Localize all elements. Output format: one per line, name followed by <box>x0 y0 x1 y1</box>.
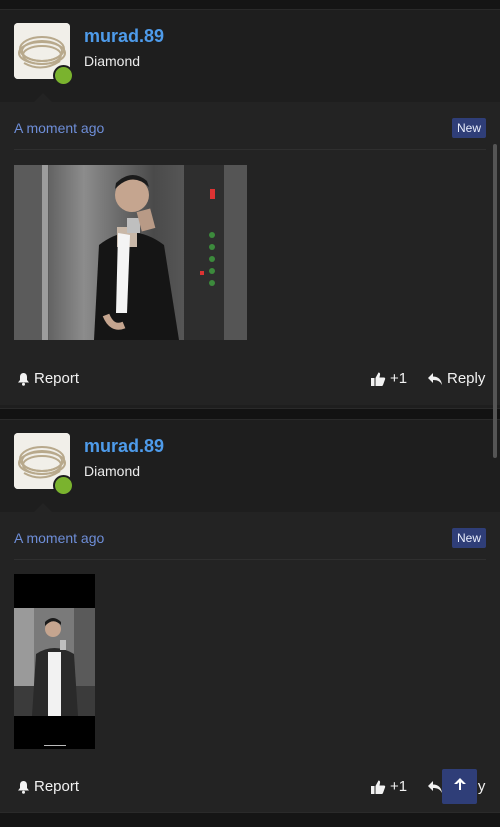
username-link[interactable]: murad.89 <box>84 26 164 47</box>
post-meta: A moment ago New <box>0 512 500 560</box>
bell-icon <box>17 780 30 794</box>
post-image[interactable] <box>14 165 247 340</box>
online-status-icon <box>53 65 74 86</box>
like-count: +1 <box>390 370 408 387</box>
post-actions: Report +1 Reply <box>0 763 500 813</box>
post-user-block: murad.89 Diamond <box>0 10 500 103</box>
post-body <box>0 150 500 355</box>
bell-icon <box>17 372 30 386</box>
reply-icon <box>427 372 443 386</box>
reply-button[interactable]: Reply <box>427 370 485 387</box>
post: murad.89 Diamond A moment ago New Report… <box>0 419 500 814</box>
post-timestamp[interactable]: A moment ago <box>14 120 104 136</box>
avatar[interactable] <box>14 433 74 496</box>
like-count: +1 <box>390 778 408 795</box>
report-button[interactable]: Report <box>17 370 79 387</box>
post-actions: Report +1 Reply <box>0 355 500 405</box>
scroll-to-top-button[interactable] <box>442 769 477 804</box>
online-status-icon <box>53 475 74 496</box>
like-button[interactable]: +1 <box>370 370 407 387</box>
new-badge: New <box>451 118 486 138</box>
report-label: Report <box>34 778 80 795</box>
report-button[interactable]: Report <box>17 778 79 795</box>
thumbs-up-icon <box>370 371 386 387</box>
username-link[interactable]: murad.89 <box>84 436 164 457</box>
post-timestamp[interactable]: A moment ago <box>14 530 104 546</box>
page-scrollbar[interactable] <box>493 144 497 458</box>
post: murad.89 Diamond A moment ago New Report… <box>0 9 500 409</box>
post-image[interactable] <box>14 574 95 749</box>
arrow-up-icon <box>452 776 468 797</box>
reply-icon <box>427 780 443 794</box>
user-rank: Diamond <box>84 53 141 69</box>
post-body <box>0 560 500 763</box>
report-label: Report <box>34 370 80 387</box>
thumbs-up-icon <box>370 779 386 795</box>
user-rank: Diamond <box>84 463 141 479</box>
post-user-block: murad.89 Diamond <box>0 420 500 513</box>
new-badge: New <box>451 528 486 548</box>
page-bottom-divider <box>0 812 500 827</box>
avatar[interactable] <box>14 23 74 86</box>
post-meta: A moment ago New <box>0 102 500 150</box>
like-button[interactable]: +1 <box>370 778 407 795</box>
reply-label: Reply <box>447 370 486 387</box>
